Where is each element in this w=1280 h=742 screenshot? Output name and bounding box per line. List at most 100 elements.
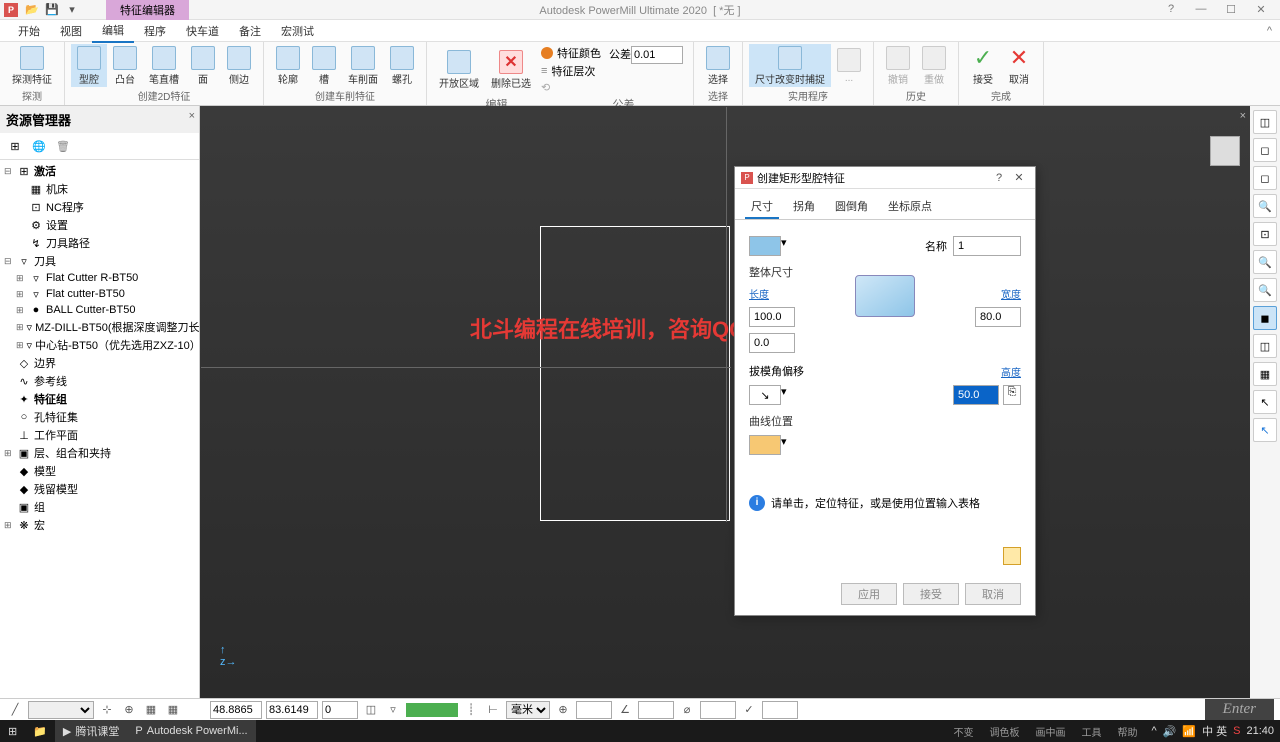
dialog-close-icon[interactable]: ✕ xyxy=(1009,171,1029,184)
context-tab[interactable]: 特征编辑器 xyxy=(106,0,189,20)
height-label[interactable]: 高度 xyxy=(1001,364,1021,379)
side-button[interactable]: 侧边 xyxy=(221,44,257,87)
tree-node[interactable]: ↯刀具路径 xyxy=(0,234,199,252)
tree-node[interactable]: ⊥工作平面 xyxy=(0,426,199,444)
explorer-globe-icon[interactable]: 🌐 xyxy=(30,137,48,155)
tree-node[interactable]: ⊞▿Flat Cutter R-BT50 xyxy=(0,270,199,286)
explorer-taskbar-icon[interactable]: 📁 xyxy=(25,720,55,742)
iso-view-icon[interactable]: ◫ xyxy=(1253,110,1277,134)
snap-button[interactable]: 尺寸改变时捕捉 xyxy=(749,44,831,87)
tree-node[interactable]: ⚙设置 xyxy=(0,216,199,234)
help-icon[interactable]: ? xyxy=(1156,3,1186,16)
menu-start[interactable]: 开始 xyxy=(8,20,50,42)
face-button[interactable]: 面 xyxy=(185,44,221,87)
viewport[interactable]: × 北斗编程在线培训，咨询QQ：2784 1659 44 ↑z→ xyxy=(200,106,1250,698)
detect-feature-button[interactable]: 探测特征 xyxy=(6,44,58,87)
unit-select[interactable]: 毫米 xyxy=(506,701,550,719)
tree-node[interactable]: ○孔特征集 xyxy=(0,408,199,426)
turnface-button[interactable]: 车削面 xyxy=(342,44,384,87)
sb-field2[interactable] xyxy=(638,701,674,719)
tree-node[interactable]: ▣组 xyxy=(0,498,199,516)
system-tray[interactable]: ^🔊📶中 英S 21:40 xyxy=(1145,723,1280,739)
width-label[interactable]: 宽度 xyxy=(1001,286,1021,301)
sb-snap2-icon[interactable]: ⊕ xyxy=(120,701,138,719)
explorer-tree[interactable]: ⊟⊞激活▦机床⊡NC程序⚙设置↯刀具路径⊟▿刀具⊞▿Flat Cutter R-… xyxy=(0,160,199,698)
tree-node[interactable]: ⊞●BALL Cutter-BT50 xyxy=(0,302,199,318)
sb-dia-icon[interactable]: ⌀ xyxy=(678,701,696,719)
tab-corner[interactable]: 拐角 xyxy=(787,195,821,219)
tolerance-input[interactable] xyxy=(631,46,683,64)
tencent-app[interactable]: ▶ 腾讯课堂 xyxy=(55,720,127,742)
tree-node[interactable]: ⊞❋宏 xyxy=(0,516,199,534)
close-button[interactable]: ✕ xyxy=(1246,3,1276,16)
sb-field1[interactable] xyxy=(576,701,612,719)
zoom-window-icon[interactable]: ⊡ xyxy=(1253,222,1277,246)
zoom-out-icon[interactable]: 🔍 xyxy=(1253,278,1277,302)
save-icon[interactable]: 💾 xyxy=(44,2,60,18)
curve-select[interactable]: ▾ xyxy=(749,435,787,455)
sb-grid-icon[interactable]: ▦ xyxy=(142,701,160,719)
select-arrow-icon[interactable]: ↖ xyxy=(1253,418,1277,442)
top-view-icon[interactable]: ◻ xyxy=(1253,138,1277,162)
length-label[interactable]: 长度 xyxy=(749,286,769,301)
menu-express[interactable]: 快车道 xyxy=(176,20,229,42)
select-button[interactable]: 选择 xyxy=(700,44,736,87)
sb-line-icon[interactable]: ╱ xyxy=(6,701,24,719)
tree-node[interactable]: ∿参考线 xyxy=(0,372,199,390)
enter-button[interactable]: Enter xyxy=(1205,699,1274,720)
tree-node[interactable]: ⊞▿MZ-DILL-BT50(根据深度调整刀长) xyxy=(0,318,199,336)
note-icon[interactable] xyxy=(1003,547,1021,565)
draft-select[interactable]: ↘▾ xyxy=(749,385,787,405)
length-input[interactable] xyxy=(749,307,795,327)
sb-field4[interactable] xyxy=(762,701,798,719)
shade-icon[interactable]: ◼ xyxy=(1253,306,1277,330)
open-icon[interactable]: 📂 xyxy=(24,2,40,18)
sb-toggle-icon[interactable]: ▿ xyxy=(384,701,402,719)
sb-div-icon[interactable]: ┊ xyxy=(462,701,480,719)
sb-select1[interactable] xyxy=(28,701,94,719)
open-region-button[interactable]: 开放区域 xyxy=(433,44,485,95)
powermill-app[interactable]: P Autodesk PowerMi... xyxy=(127,720,255,742)
front-view-icon[interactable]: ◻ xyxy=(1253,166,1277,190)
tab-size[interactable]: 尺寸 xyxy=(745,195,779,219)
tree-node[interactable]: ⊞▿中心钻-BT50（优先选用ZXZ-10） xyxy=(0,336,199,354)
boss-button[interactable]: 凸台 xyxy=(107,44,143,87)
menu-view[interactable]: 视图 xyxy=(50,20,92,42)
qat-dropdown-icon[interactable]: ▾ xyxy=(64,2,80,18)
slot-button[interactable]: 笔直槽 xyxy=(143,44,185,87)
type-select[interactable]: ▾ xyxy=(749,236,787,256)
tree-node[interactable]: ▦机床 xyxy=(0,180,199,198)
sb-angle-icon[interactable]: ∠ xyxy=(616,701,634,719)
profile-button[interactable]: 轮廓 xyxy=(270,44,306,87)
zoom-in-icon[interactable]: 🔍 xyxy=(1253,250,1277,274)
tree-node[interactable]: ◆模型 xyxy=(0,462,199,480)
cursor-icon[interactable]: ↖ xyxy=(1253,390,1277,414)
apply-button[interactable]: 应用 xyxy=(841,583,897,605)
name-input[interactable] xyxy=(953,236,1021,256)
tree-node[interactable]: ◇边界 xyxy=(0,354,199,372)
view-cube[interactable] xyxy=(1210,136,1240,166)
pocket-button[interactable]: 型腔 xyxy=(71,44,107,87)
tree-node[interactable]: ◆残留模型 xyxy=(0,480,199,498)
tree-node[interactable]: ⊞▿Flat cutter-BT50 xyxy=(0,286,199,302)
sb-plane-icon[interactable]: ◫ xyxy=(362,701,380,719)
menu-program[interactable]: 程序 xyxy=(134,20,176,42)
accept-dialog-button[interactable]: 接受 xyxy=(903,583,959,605)
explorer-close-icon[interactable]: × xyxy=(189,110,195,122)
tab-origin[interactable]: 坐标原点 xyxy=(882,195,938,219)
block-icon[interactable]: ▦ xyxy=(1253,362,1277,386)
height-input[interactable] xyxy=(953,385,999,405)
groove-button[interactable]: 槽 xyxy=(306,44,342,87)
collapse-ribbon-icon[interactable]: ^ xyxy=(1267,25,1272,37)
feature-color-label[interactable]: 特征颜色 xyxy=(557,45,601,61)
accept-button[interactable]: ✓接受 xyxy=(965,44,1001,87)
sb-ruler-icon[interactable]: ⊢ xyxy=(484,701,502,719)
tree-node[interactable]: ⊡NC程序 xyxy=(0,198,199,216)
minimize-button[interactable]: — xyxy=(1186,3,1216,16)
dialog-help-icon[interactable]: ? xyxy=(989,172,1009,184)
zoom-fit-icon[interactable]: 🔍 xyxy=(1253,194,1277,218)
sb-field3[interactable] xyxy=(700,701,736,719)
width-input[interactable] xyxy=(975,307,1021,327)
wireframe-icon[interactable]: ◫ xyxy=(1253,334,1277,358)
tree-node[interactable]: ✦特征组 xyxy=(0,390,199,408)
